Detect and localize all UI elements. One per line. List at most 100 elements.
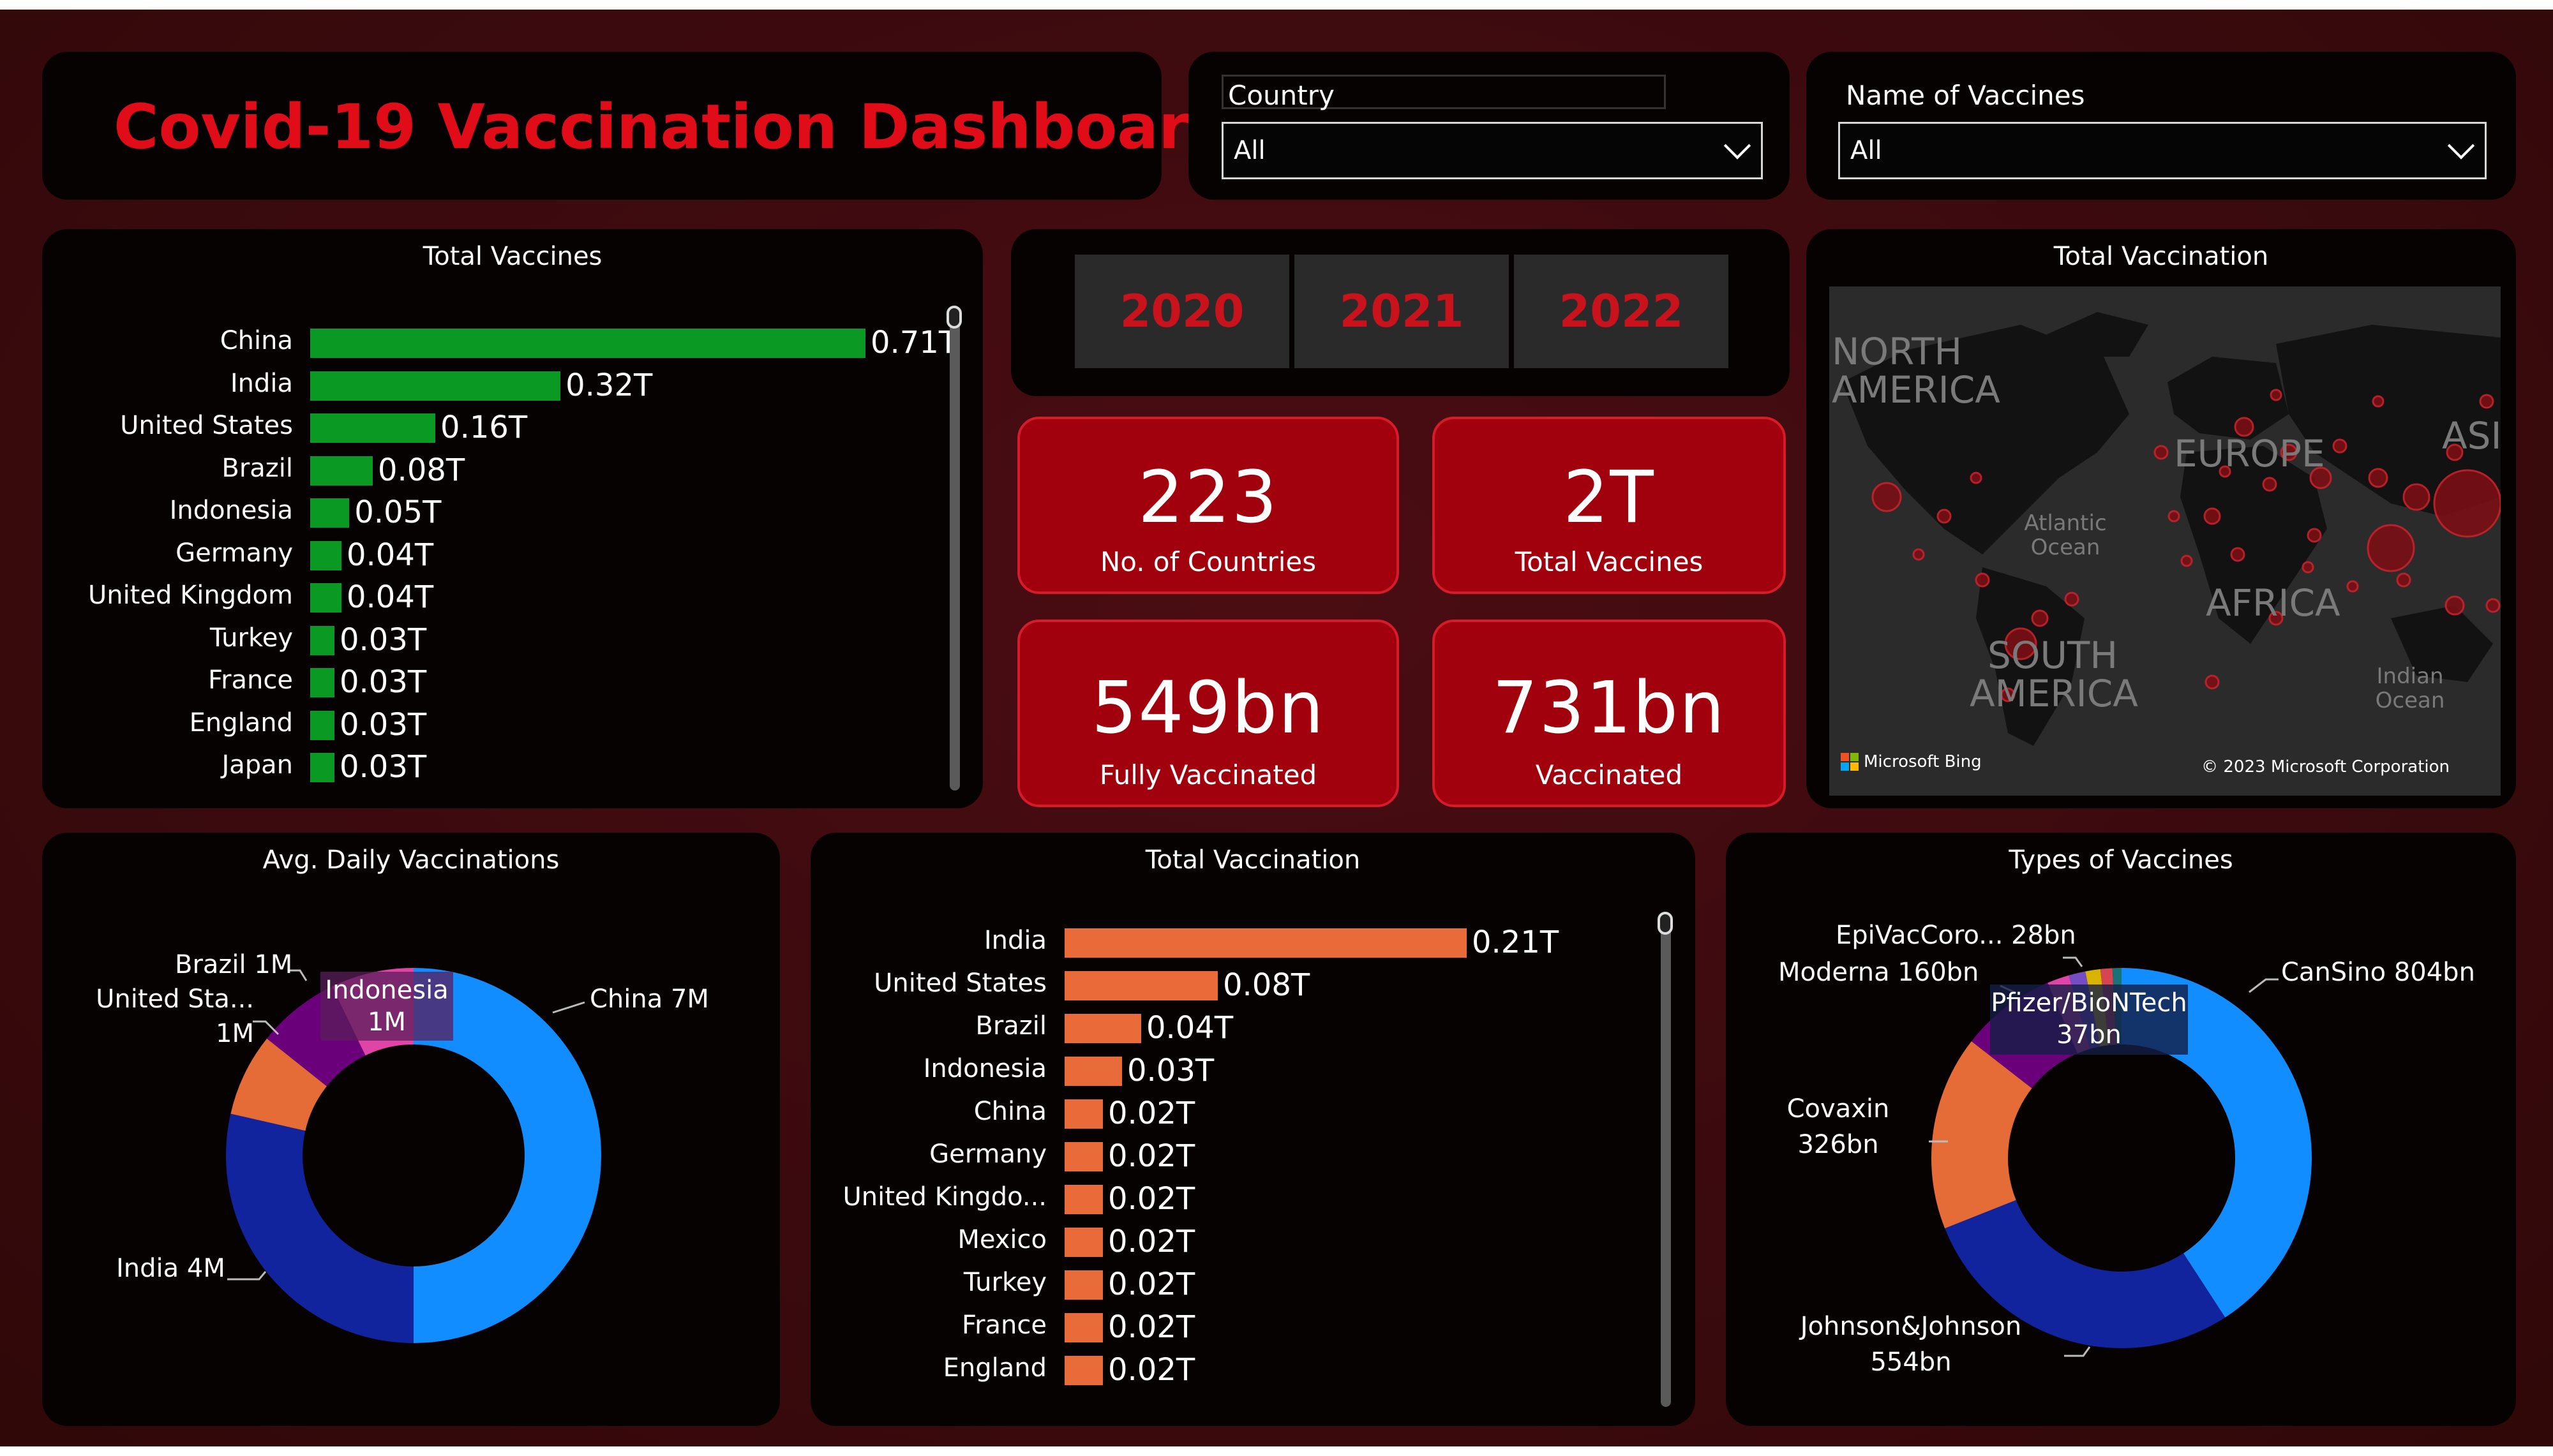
map-bubble[interactable] — [2307, 528, 2322, 543]
map-bubble[interactable] — [2485, 598, 2501, 613]
year-button-2020[interactable]: 2020 — [1075, 255, 1289, 368]
bar[interactable] — [310, 329, 865, 358]
scrollbar[interactable] — [947, 306, 962, 791]
label-china: China 7M — [590, 984, 709, 1014]
vaccine-dropdown[interactable]: All — [1838, 122, 2487, 179]
vaccine-types-card: Types of Vaccines CanSino 804bn Johnson&… — [1726, 833, 2516, 1426]
label-johnson: Johnson&Johnson 554bn — [1790, 1309, 2032, 1380]
bar[interactable] — [1065, 1313, 1103, 1342]
map-bubble[interactable] — [2230, 547, 2245, 562]
bing-logo: Microsoft Bing — [1841, 752, 1982, 771]
scrollbar[interactable] — [1658, 912, 1673, 1407]
kpi-total-vaccines-label: Total Vaccines — [1515, 546, 1703, 577]
map-bubble[interactable] — [1912, 548, 1925, 561]
bar[interactable] — [1065, 1142, 1103, 1171]
dashboard-canvas: Covid-19 Vaccination Dashboard Country A… — [0, 10, 2553, 1446]
map-label-asia: ASIA — [2442, 414, 2501, 457]
chevron-down-icon — [2447, 132, 2475, 160]
year-button-2022[interactable]: 2022 — [1514, 255, 1728, 368]
map-bubble[interactable] — [2031, 609, 2049, 627]
map-bubble[interactable] — [2153, 445, 2169, 460]
bar[interactable] — [310, 540, 341, 570]
map-bubble[interactable] — [2346, 580, 2359, 593]
map-bubble[interactable] — [2479, 394, 2494, 409]
kpi-total-vaccines: 2T Total Vaccines — [1432, 417, 1786, 594]
bar-category-label: China — [220, 326, 293, 355]
bar[interactable] — [1065, 1014, 1141, 1043]
map-bubble[interactable] — [1970, 472, 1982, 484]
map-bubble[interactable] — [1936, 509, 1952, 524]
total-vaccines-bars: China 0.71T India 0.32T United States 0.16T Br… — [42, 229, 983, 808]
bar[interactable] — [1065, 1099, 1103, 1129]
scroll-thumb[interactable] — [947, 306, 962, 329]
map-bubble[interactable] — [2433, 469, 2501, 538]
bar-value-label: 0.03T — [340, 749, 427, 785]
map-bubble[interactable] — [2270, 389, 2282, 401]
bar[interactable] — [310, 753, 334, 782]
bar-category-label: England — [189, 708, 293, 738]
label-us: United Sta... 1M — [71, 982, 254, 1051]
kpi-fully-vaccinated-value: 549bn — [1091, 667, 1325, 750]
bar-category-label: Turkey — [209, 623, 293, 653]
country-dropdown[interactable]: All — [1222, 122, 1763, 179]
bar[interactable] — [1065, 1270, 1103, 1300]
bar-category-label: Brazil — [221, 453, 293, 483]
bar-category-label: United Kingdom — [87, 581, 293, 610]
bar[interactable] — [1065, 971, 1218, 1000]
label-covaxin-name: Covaxin — [1786, 1094, 1890, 1124]
map-bubble[interactable] — [2203, 507, 2221, 525]
bar[interactable] — [310, 710, 334, 740]
chevron-down-icon — [1723, 132, 1751, 160]
map-bubble[interactable] — [2064, 591, 2079, 607]
microsoft-logo-icon — [1841, 753, 1859, 771]
kpi-fully-vaccinated: 549bn Fully Vaccinated — [1017, 620, 1399, 807]
bar[interactable] — [1065, 1228, 1103, 1257]
bar[interactable] — [310, 456, 373, 486]
label-us-value: 1M — [216, 1019, 254, 1048]
map-bubble[interactable] — [2396, 572, 2411, 588]
leader-line — [227, 1271, 267, 1281]
map-title: Total Vaccination — [2053, 242, 2269, 271]
bar[interactable] — [1065, 1356, 1103, 1385]
world-map[interactable]: NORTH AMERICA EUROPE ASIA AFRICA SOUTH A… — [1829, 286, 2501, 796]
label-johnson-name: Johnson&Johnson — [1800, 1312, 2022, 1341]
map-bubble[interactable] — [2444, 595, 2465, 616]
bar[interactable] — [310, 413, 436, 443]
map-bubble[interactable] — [2262, 477, 2277, 492]
map-bubble[interactable] — [2368, 468, 2388, 488]
vaccine-filter-label: Name of Vaccines — [1846, 80, 2085, 111]
bar[interactable] — [310, 583, 341, 613]
map-label-south-america: SOUTH AMERICA — [1970, 634, 2138, 715]
year-button-2021[interactable]: 2021 — [1294, 255, 1509, 368]
kpi-total-vaccines-value: 2T — [1563, 456, 1655, 539]
bar-value-label: 0.03T — [1127, 1053, 1215, 1088]
map-bubble[interactable] — [2205, 674, 2220, 690]
bar-value-label: 0.32T — [565, 367, 653, 403]
map-bubble[interactable] — [2402, 483, 2430, 511]
map-bubble[interactable] — [2367, 524, 2415, 572]
label-pfizer-name: Pfizer/BioNTech — [1991, 988, 2187, 1018]
bar[interactable] — [1065, 1185, 1103, 1214]
bar[interactable] — [310, 668, 334, 697]
map-label-europe: EUROPE — [2174, 432, 2325, 475]
map-bubble[interactable] — [2302, 561, 2314, 574]
map-bubble[interactable] — [2372, 395, 2385, 408]
map-bubble[interactable] — [2180, 554, 2193, 567]
bar-value-label: 0.03T — [340, 621, 427, 658]
bar[interactable] — [1065, 928, 1467, 958]
donut-slice[interactable] — [225, 1113, 414, 1343]
bar[interactable] — [310, 371, 561, 401]
bar-category-label: United Kingdo... — [842, 1182, 1047, 1212]
bar[interactable] — [310, 498, 350, 528]
scroll-thumb[interactable] — [1658, 912, 1673, 935]
bar-category-label: United States — [874, 969, 1047, 998]
map-card: Total Vaccination NORTH AMERICA EUROPE A… — [1806, 229, 2516, 808]
bar[interactable] — [1065, 1057, 1122, 1086]
map-bubble[interactable] — [2332, 438, 2347, 454]
map-label-atlantic: Atlantic Ocean — [2024, 510, 2107, 560]
bar[interactable] — [310, 625, 334, 655]
map-bubble[interactable] — [1871, 482, 1902, 512]
map-bubble[interactable] — [2167, 510, 2180, 523]
map-bubble[interactable] — [1975, 572, 1990, 588]
label-epivac: EpiVacCoro... 28bn — [1836, 921, 2076, 950]
